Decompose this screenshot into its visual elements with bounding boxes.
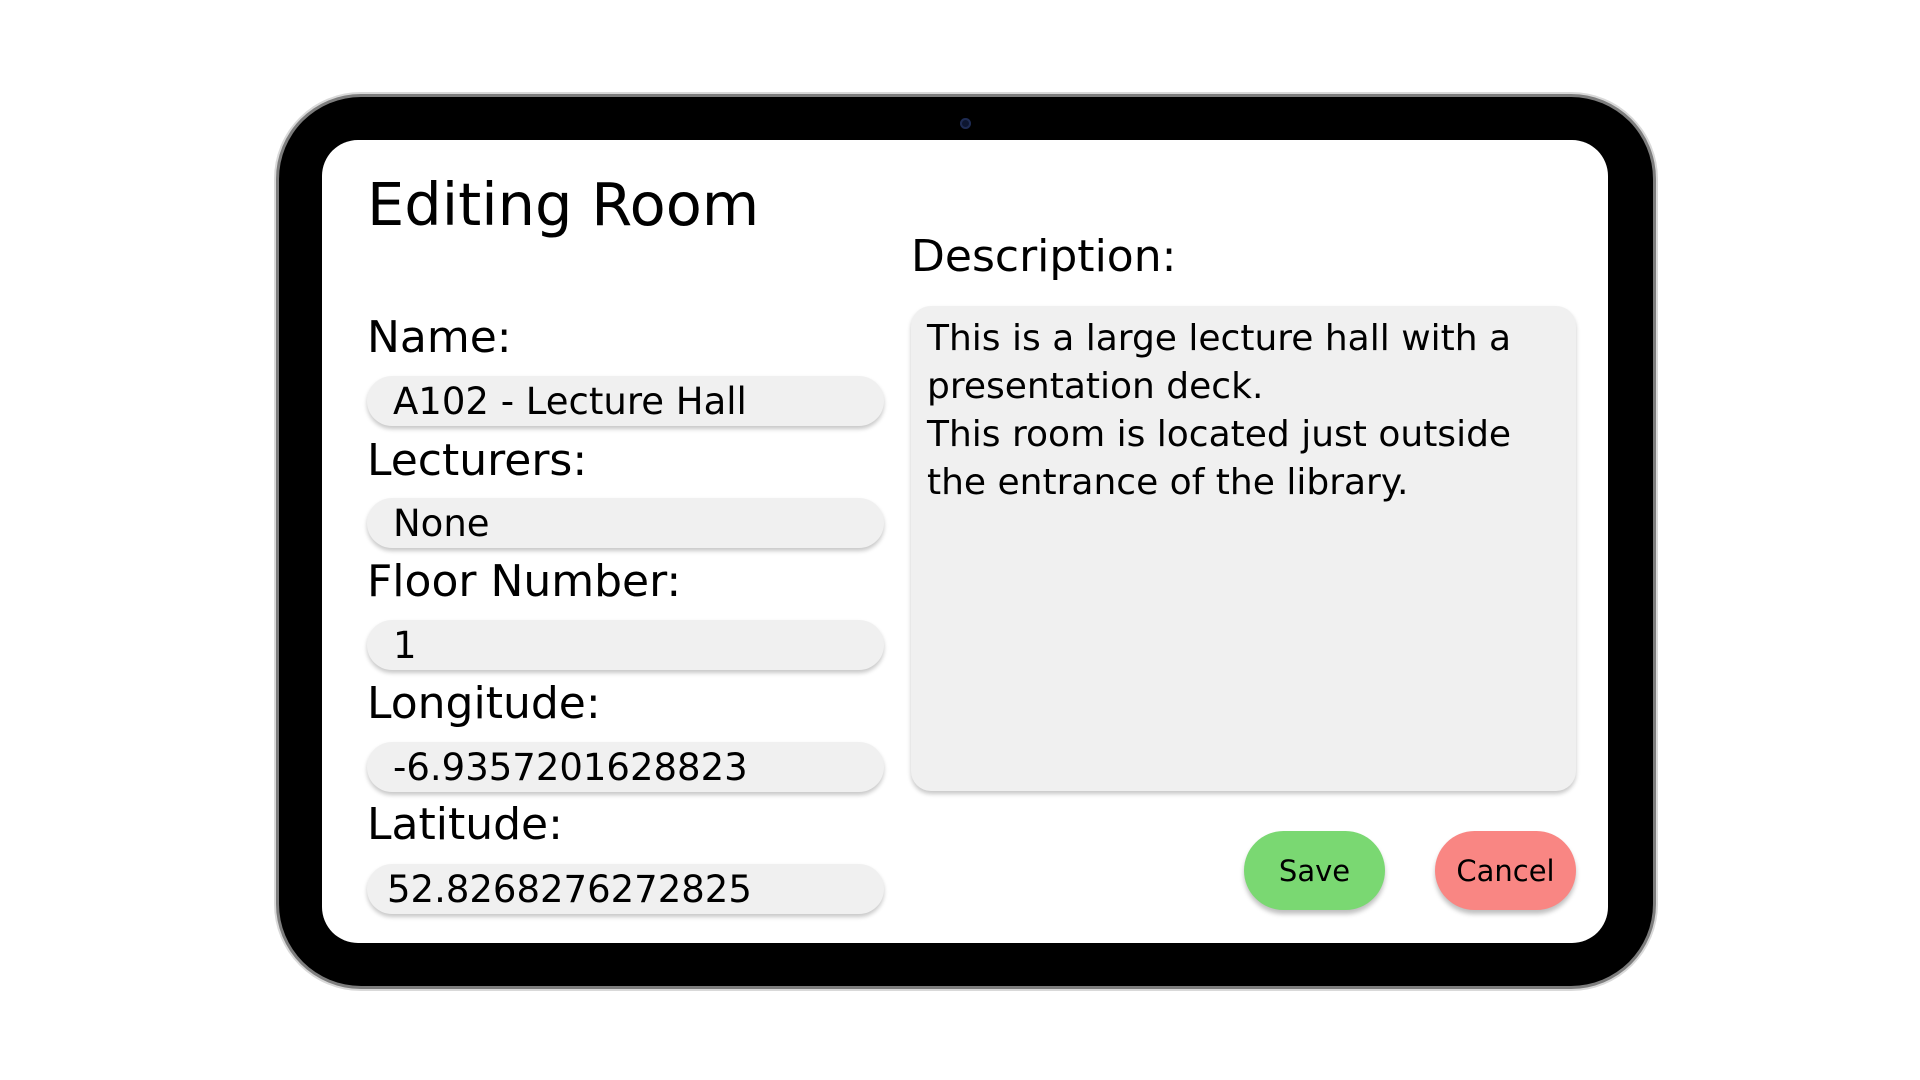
tablet-screen: Editing Room Name: A102 - Lecture Hall L… [322, 140, 1608, 943]
name-label: Name: [367, 312, 512, 363]
front-camera-icon [960, 118, 971, 129]
page-title: Editing Room [367, 170, 760, 239]
longitude-label: Longitude: [367, 678, 601, 729]
save-button[interactable]: Save [1244, 831, 1385, 910]
name-field[interactable]: A102 - Lecture Hall [367, 376, 884, 426]
latitude-field[interactable]: 52.8268276272825 [367, 864, 884, 914]
latitude-label: Latitude: [367, 799, 563, 850]
lecturers-label: Lecturers: [367, 435, 588, 486]
floor-number-field[interactable]: 1 [367, 620, 884, 670]
tablet-device-frame: Editing Room Name: A102 - Lecture Hall L… [279, 97, 1653, 986]
cancel-button[interactable]: Cancel [1435, 831, 1576, 910]
floor-number-label: Floor Number: [367, 556, 682, 607]
description-textarea[interactable]: This is a large lecture hall with a pres… [911, 306, 1576, 791]
lecturers-field[interactable]: None [367, 498, 884, 548]
longitude-field[interactable]: -6.9357201628823 [367, 742, 884, 792]
description-label: Description: [911, 231, 1177, 282]
